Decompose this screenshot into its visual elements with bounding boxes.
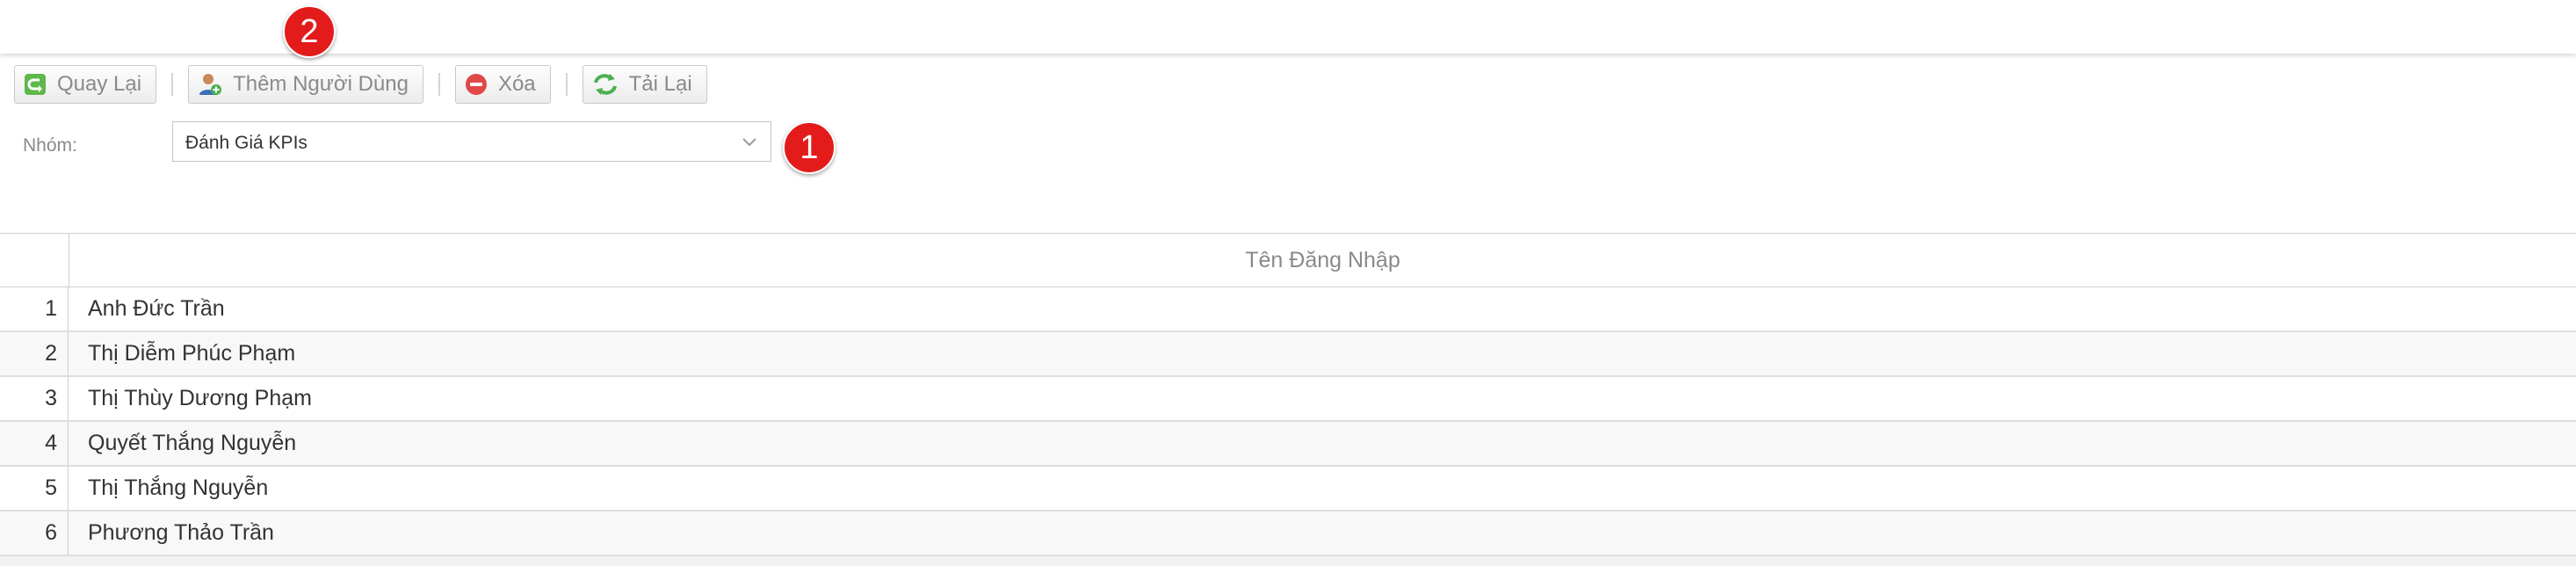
username-cell: Phương Thảo Trần xyxy=(88,520,274,545)
chevron-down-icon xyxy=(742,138,756,147)
group-selected-value: Đánh Giá KPIs xyxy=(185,133,308,153)
row-number: 6 xyxy=(0,512,69,555)
add-user-button[interactable]: Thêm Người Dùng xyxy=(188,65,423,104)
group-select[interactable]: Đánh Giá KPIs xyxy=(172,121,771,162)
table-row[interactable]: 4 Quyết Thắng Nguyễn xyxy=(0,422,2576,467)
user-grid: Tên Đăng Nhập 1 Anh Đức Trần 2 Thị Diễm … xyxy=(0,233,2576,556)
username-cell: Thị Thùy Dương Phạm xyxy=(88,386,312,410)
top-bar xyxy=(0,0,2576,54)
table-row[interactable]: 2 Thị Diễm Phúc Phạm xyxy=(0,332,2576,377)
column-header-username[interactable]: Tên Đăng Nhập xyxy=(69,234,2576,287)
row-number: 4 xyxy=(0,422,69,465)
add-user-label: Thêm Người Dùng xyxy=(233,72,409,96)
reload-label: Tải Lại xyxy=(628,72,692,96)
row-number-header xyxy=(0,234,69,287)
username-cell: Thị Thắng Nguyễn xyxy=(88,475,269,500)
table-row[interactable]: 1 Anh Đức Trần xyxy=(0,287,2576,332)
add-user-icon xyxy=(199,74,222,95)
reload-icon xyxy=(593,74,617,95)
back-button[interactable]: Quay Lại xyxy=(14,65,157,104)
toolbar: Quay Lại Thêm Người Dùng Xóa Tải Lại xyxy=(14,63,707,105)
delete-button[interactable]: Xóa xyxy=(454,65,551,104)
annotation-marker-2: 2 xyxy=(283,5,336,58)
toolbar-separator xyxy=(438,73,440,96)
back-label: Quay Lại xyxy=(57,72,142,96)
row-number: 5 xyxy=(0,467,69,510)
row-number: 1 xyxy=(0,287,69,330)
row-number: 3 xyxy=(0,377,69,420)
row-number: 2 xyxy=(0,332,69,375)
back-arrow-icon xyxy=(25,74,46,95)
table-row[interactable]: 3 Thị Thùy Dương Phạm xyxy=(0,377,2576,422)
delete-icon xyxy=(465,74,487,95)
grid-header: Tên Đăng Nhập xyxy=(0,233,2576,287)
delete-label: Xóa xyxy=(497,72,536,96)
table-row[interactable]: 6 Phương Thảo Trần xyxy=(0,512,2576,556)
username-cell: Thị Diễm Phúc Phạm xyxy=(88,341,296,366)
annotation-marker-1: 1 xyxy=(783,121,836,174)
reload-button[interactable]: Tải Lại xyxy=(582,65,707,104)
table-row[interactable]: 5 Thị Thắng Nguyễn xyxy=(0,467,2576,512)
toolbar-separator xyxy=(171,73,174,96)
main-content: Quay Lại Thêm Người Dùng Xóa Tải Lại Nhó… xyxy=(0,54,2576,556)
toolbar-separator xyxy=(565,73,568,96)
username-cell: Anh Đức Trần xyxy=(88,296,225,321)
group-label: Nhóm: xyxy=(23,135,77,156)
username-cell: Quyết Thắng Nguyễn xyxy=(88,431,297,455)
